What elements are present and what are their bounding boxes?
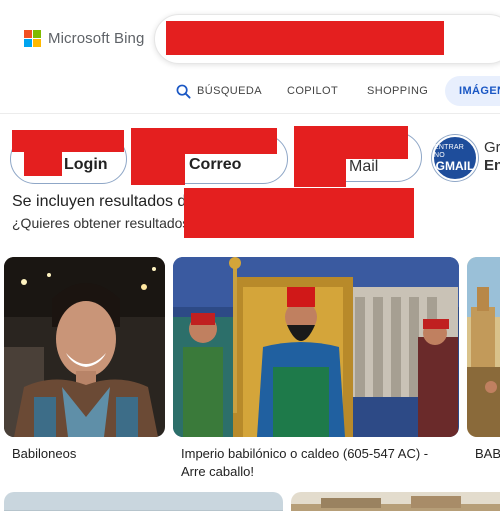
image-result-partial[interactable] <box>467 257 500 437</box>
results-notice: Se incluyen resultados d <box>12 193 187 210</box>
image-caption-1[interactable]: Babiloneos <box>12 445 76 463</box>
image-result-row2-1[interactable] <box>4 492 283 511</box>
sky-photo <box>4 492 283 511</box>
microsoft-logo-icon <box>24 30 41 47</box>
related-chip-login-label: Login <box>64 156 108 173</box>
related-chip-gmail-label[interactable]: Gr En <box>484 139 500 175</box>
image-caption-2[interactable]: Imperio babilónico o caldeo (605-547 AC)… <box>181 445 451 481</box>
brand-name: Microsoft Bing <box>48 30 145 47</box>
babylon-painting <box>173 257 459 437</box>
tab-images[interactable]: IMÁGENES <box>445 76 500 106</box>
redacted-chip-image-1a <box>12 130 124 152</box>
header: Microsoft Bing BÚSQUEDA COPILOT SHOPPING… <box>0 0 500 114</box>
vertical-tabs: BÚSQUEDA COPILOT SHOPPING IMÁGENES <box>0 76 500 108</box>
redacted-notice-query <box>184 188 414 238</box>
tab-shopping-label: SHOPPING <box>367 85 429 97</box>
babylon-city-illustration <box>467 257 500 437</box>
image-result-babiloneos[interactable] <box>4 257 165 437</box>
tab-copilot[interactable]: COPILOT <box>287 76 338 106</box>
ruins-photo <box>291 492 500 511</box>
tab-search-label: BÚSQUEDA <box>197 85 262 97</box>
tab-search[interactable]: BÚSQUEDA <box>176 76 262 106</box>
bing-logo[interactable]: Microsoft Bing <box>24 30 144 47</box>
redacted-chip-image-3b <box>294 155 346 187</box>
gmail-logo-icon[interactable]: ENTRAR NO GMAIL <box>432 135 478 181</box>
image-caption-3[interactable]: BAB <box>475 445 500 463</box>
related-chip-correo-label: Correo <box>189 156 242 173</box>
tab-shopping[interactable]: SHOPPING <box>367 76 428 106</box>
portrait-photo <box>4 257 165 437</box>
redacted-chip-image-1b <box>24 151 62 176</box>
tab-copilot-label: COPILOT <box>287 85 339 97</box>
redacted-search-query <box>166 21 444 55</box>
image-result-row2-2[interactable] <box>291 492 500 511</box>
search-icon <box>176 84 191 99</box>
image-result-imperio-babilonico[interactable] <box>173 257 459 437</box>
redacted-chip-image-2b <box>131 150 185 185</box>
tab-images-label: IMÁGENES <box>459 85 500 97</box>
related-chip-mail-label: Mail <box>349 158 379 175</box>
results-suggestion[interactable]: ¿Quieres obtener resultados <box>12 215 189 231</box>
